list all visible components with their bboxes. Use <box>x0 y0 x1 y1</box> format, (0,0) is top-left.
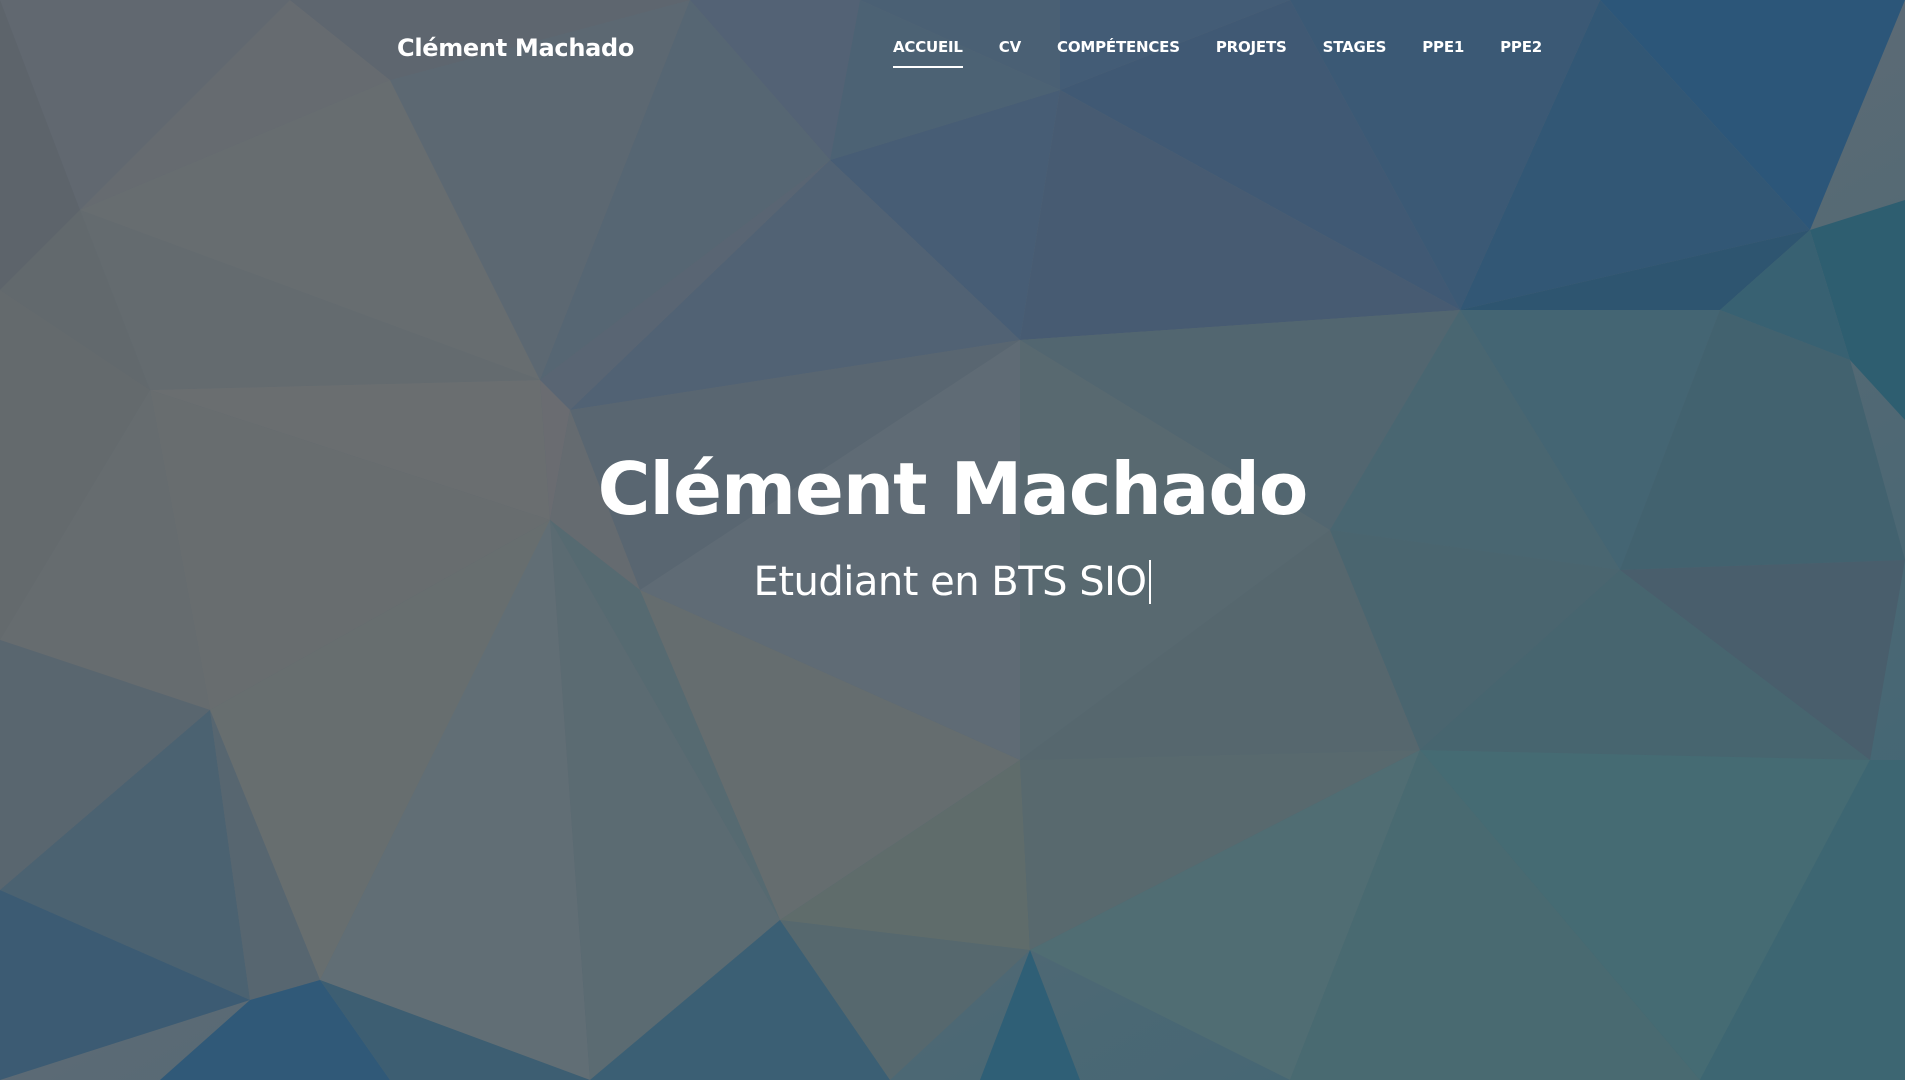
hero-subtitle-text: Etudiant en BTS SIO <box>753 559 1147 606</box>
typing-cursor <box>1149 560 1152 605</box>
nav-item-ppe2[interactable]: PPE2 <box>1500 38 1542 68</box>
nav-item-competences[interactable]: COMPÉTENCES <box>1057 38 1180 68</box>
site-header: Clément Machado ACCUEIL CV COMPÉTENCES PROJ… <box>0 0 1905 100</box>
main-nav: ACCUEIL CV COMPÉTENCES PROJETS STAGES PPE1 PPE… <box>893 38 1542 68</box>
hero-subtitle: Etudiant en BTS SIO <box>754 559 1152 605</box>
nav-item-stages[interactable]: STAGES <box>1323 38 1387 68</box>
hero-section: Clément Machado Etudiant en BTS SIO <box>0 447 1905 605</box>
nav-item-accueil[interactable]: ACCUEIL <box>893 38 963 68</box>
nav-item-ppe1[interactable]: PPE1 <box>1422 38 1464 68</box>
nav-item-cv[interactable]: CV <box>999 38 1021 68</box>
nav-item-projets[interactable]: PROJETS <box>1216 38 1287 68</box>
hero-title: Clément Machado <box>597 447 1309 531</box>
brand-logo-link[interactable]: Clément Machado <box>397 34 634 62</box>
